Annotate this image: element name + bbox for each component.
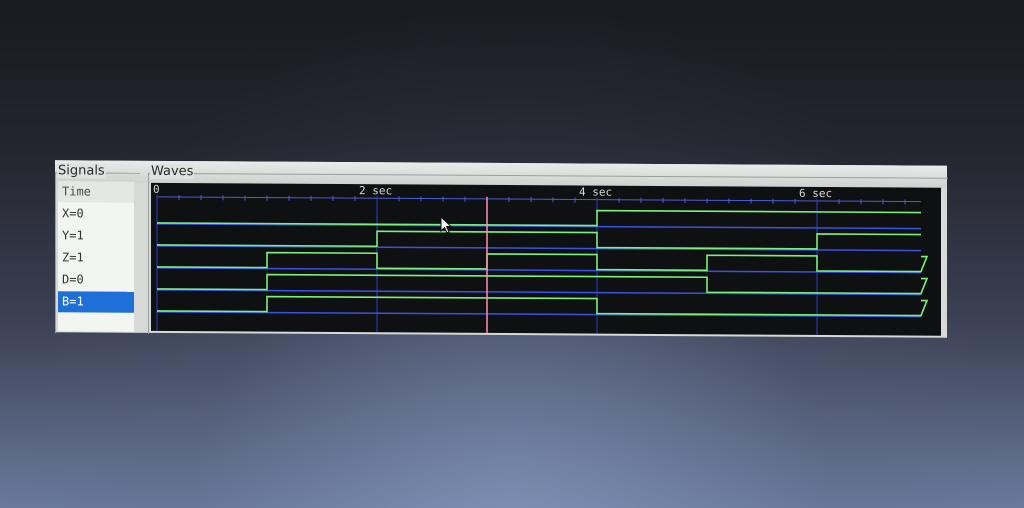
waves-panel-title: Waves xyxy=(150,163,195,180)
signal-item[interactable]: X=0 xyxy=(58,203,134,224)
waveform-viewer-window: Signals Time X=0 Y=1 Z=1 D=0 B=1 Waves 0 2 sec… xyxy=(55,160,948,339)
waveform-plot[interactable]: 0 2 sec 4 sec 6 sec xyxy=(151,183,941,336)
signal-item[interactable]: D=0 xyxy=(58,269,134,290)
signal-item[interactable]: Z=1 xyxy=(58,247,134,268)
tick-label: 2 sec xyxy=(359,184,392,197)
signal-item[interactable]: Y=1 xyxy=(58,225,134,246)
mouse-pointer-icon xyxy=(440,216,453,234)
signal-item[interactable]: B=1 xyxy=(58,291,134,313)
signal-list[interactable]: Time X=0 Y=1 Z=1 D=0 B=1 xyxy=(58,181,134,332)
signals-panel-title: Signals xyxy=(57,163,106,179)
signal-low-baseline xyxy=(157,267,921,274)
signal-header-time[interactable]: Time xyxy=(58,181,134,203)
wave-canvas[interactable]: 0 2 sec 4 sec 6 sec xyxy=(151,182,941,336)
tick-label: 6 sec xyxy=(799,187,832,200)
tick-label: 0 xyxy=(153,183,160,196)
tick-label: 4 sec xyxy=(579,185,612,198)
